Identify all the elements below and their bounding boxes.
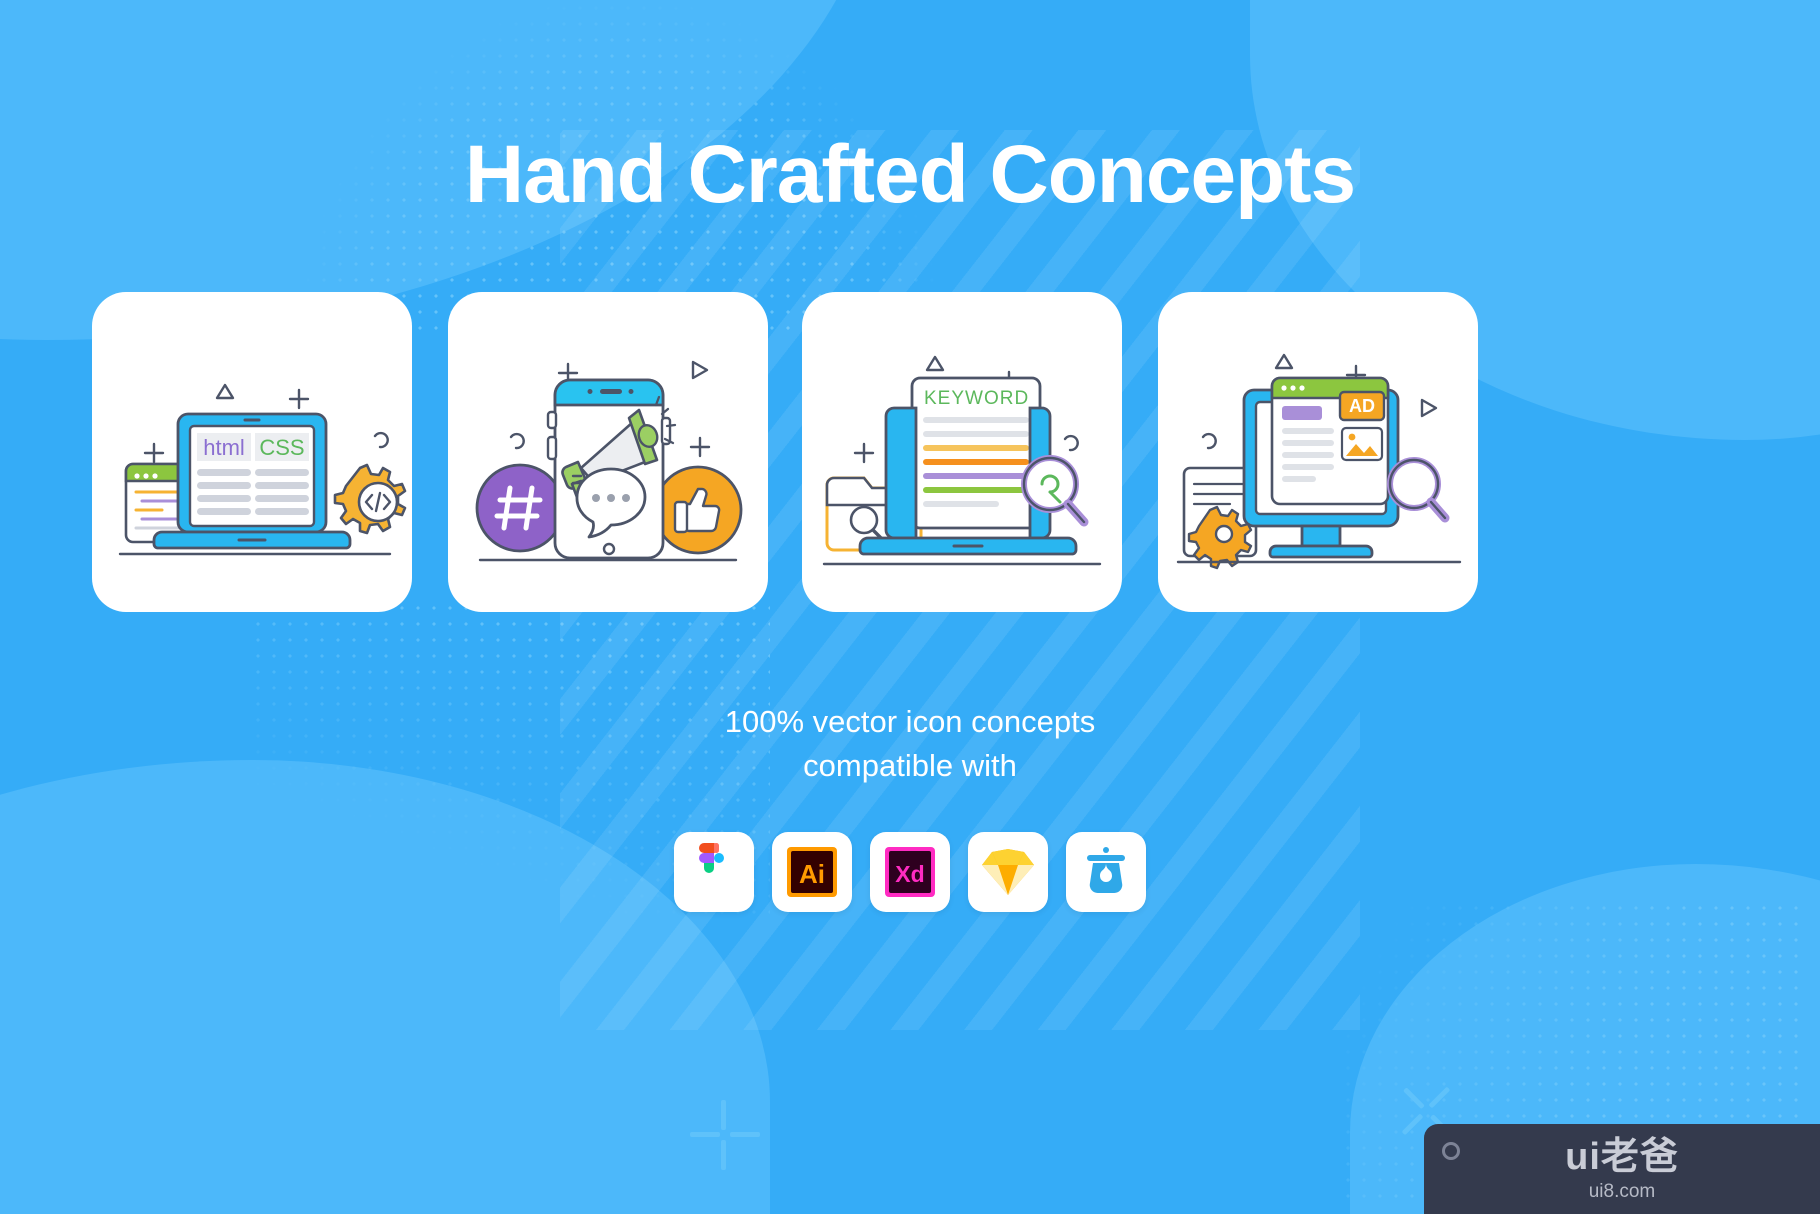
play-deco-icon bbox=[691, 360, 709, 380]
plus-deco-icon-2 bbox=[853, 442, 875, 464]
page-title: Hand Crafted Concepts bbox=[464, 129, 1356, 220]
adobe-illustrator-icon: Ai bbox=[787, 847, 837, 897]
app-icon-pot-app[interactable] bbox=[1066, 832, 1146, 912]
play-deco-icon bbox=[1420, 398, 1438, 418]
hashtag-badge-icon bbox=[475, 463, 565, 553]
arc-deco-icon bbox=[509, 432, 525, 450]
sparkle-icon-left bbox=[690, 1100, 760, 1170]
app-icon-adobe-xd[interactable]: Xd bbox=[870, 832, 950, 912]
plus-deco-icon-1 bbox=[288, 388, 310, 410]
app-icon-figma[interactable] bbox=[674, 832, 754, 912]
svg-text:Ai: Ai bbox=[799, 859, 825, 889]
concept-card-social-marketing[interactable] bbox=[448, 292, 768, 612]
thumbs-up-badge-icon bbox=[653, 465, 743, 555]
css-label: CSS bbox=[259, 435, 304, 460]
app-icon-sketch[interactable] bbox=[968, 832, 1048, 912]
arc-deco-icon bbox=[1063, 434, 1079, 452]
concept-card-seo-keyword[interactable]: KEYWORD bbox=[802, 292, 1122, 612]
arc-deco-icon bbox=[373, 431, 389, 449]
plus-deco-icon-2 bbox=[689, 436, 711, 458]
pot-icon bbox=[1087, 847, 1125, 894]
triangle-deco-icon bbox=[215, 383, 235, 400]
sketch-icon bbox=[982, 849, 1034, 895]
keyword-document-illustration: KEYWORD bbox=[910, 376, 1042, 530]
plus-deco-icon-2 bbox=[143, 442, 165, 464]
browser-window-illustration: AD bbox=[1270, 376, 1390, 506]
figma-icon bbox=[699, 843, 724, 873]
watermark-badge: ui老爸 ui8.com bbox=[1424, 1124, 1820, 1214]
keyword-label: KEYWORD bbox=[924, 388, 1029, 409]
ring-icon bbox=[1442, 1142, 1460, 1160]
caption-line-2: compatible with bbox=[803, 748, 1017, 784]
concept-card-web-development[interactable]: html CSS bbox=[92, 292, 412, 612]
caption-line-1: 100% vector icon concepts bbox=[724, 704, 1096, 739]
triangle-deco-icon bbox=[1274, 353, 1294, 370]
laptop-illustration: html CSS bbox=[152, 412, 352, 550]
compatible-apps-row: Ai Xd bbox=[0, 832, 1820, 912]
app-icon-adobe-illustrator[interactable]: Ai bbox=[772, 832, 852, 912]
svg-text:Xd: Xd bbox=[895, 861, 924, 887]
watermark-title: ui老爸 bbox=[1565, 1135, 1679, 1178]
concept-card-online-advertising[interactable]: AD bbox=[1158, 292, 1478, 612]
concept-card-row: html CSS KEYWORD AD bbox=[0, 292, 1820, 612]
caption-text: 100% vector icon concepts compatible wit… bbox=[0, 700, 1820, 788]
html-label: html bbox=[203, 435, 245, 460]
ad-label: AD bbox=[1349, 396, 1375, 416]
watermark-url: ui8.com bbox=[1588, 1180, 1656, 1202]
code-gear-icon bbox=[333, 463, 407, 535]
adobe-xd-icon: Xd bbox=[885, 847, 935, 897]
triangle-deco-icon bbox=[925, 355, 945, 372]
arc-deco-icon bbox=[1201, 432, 1217, 450]
